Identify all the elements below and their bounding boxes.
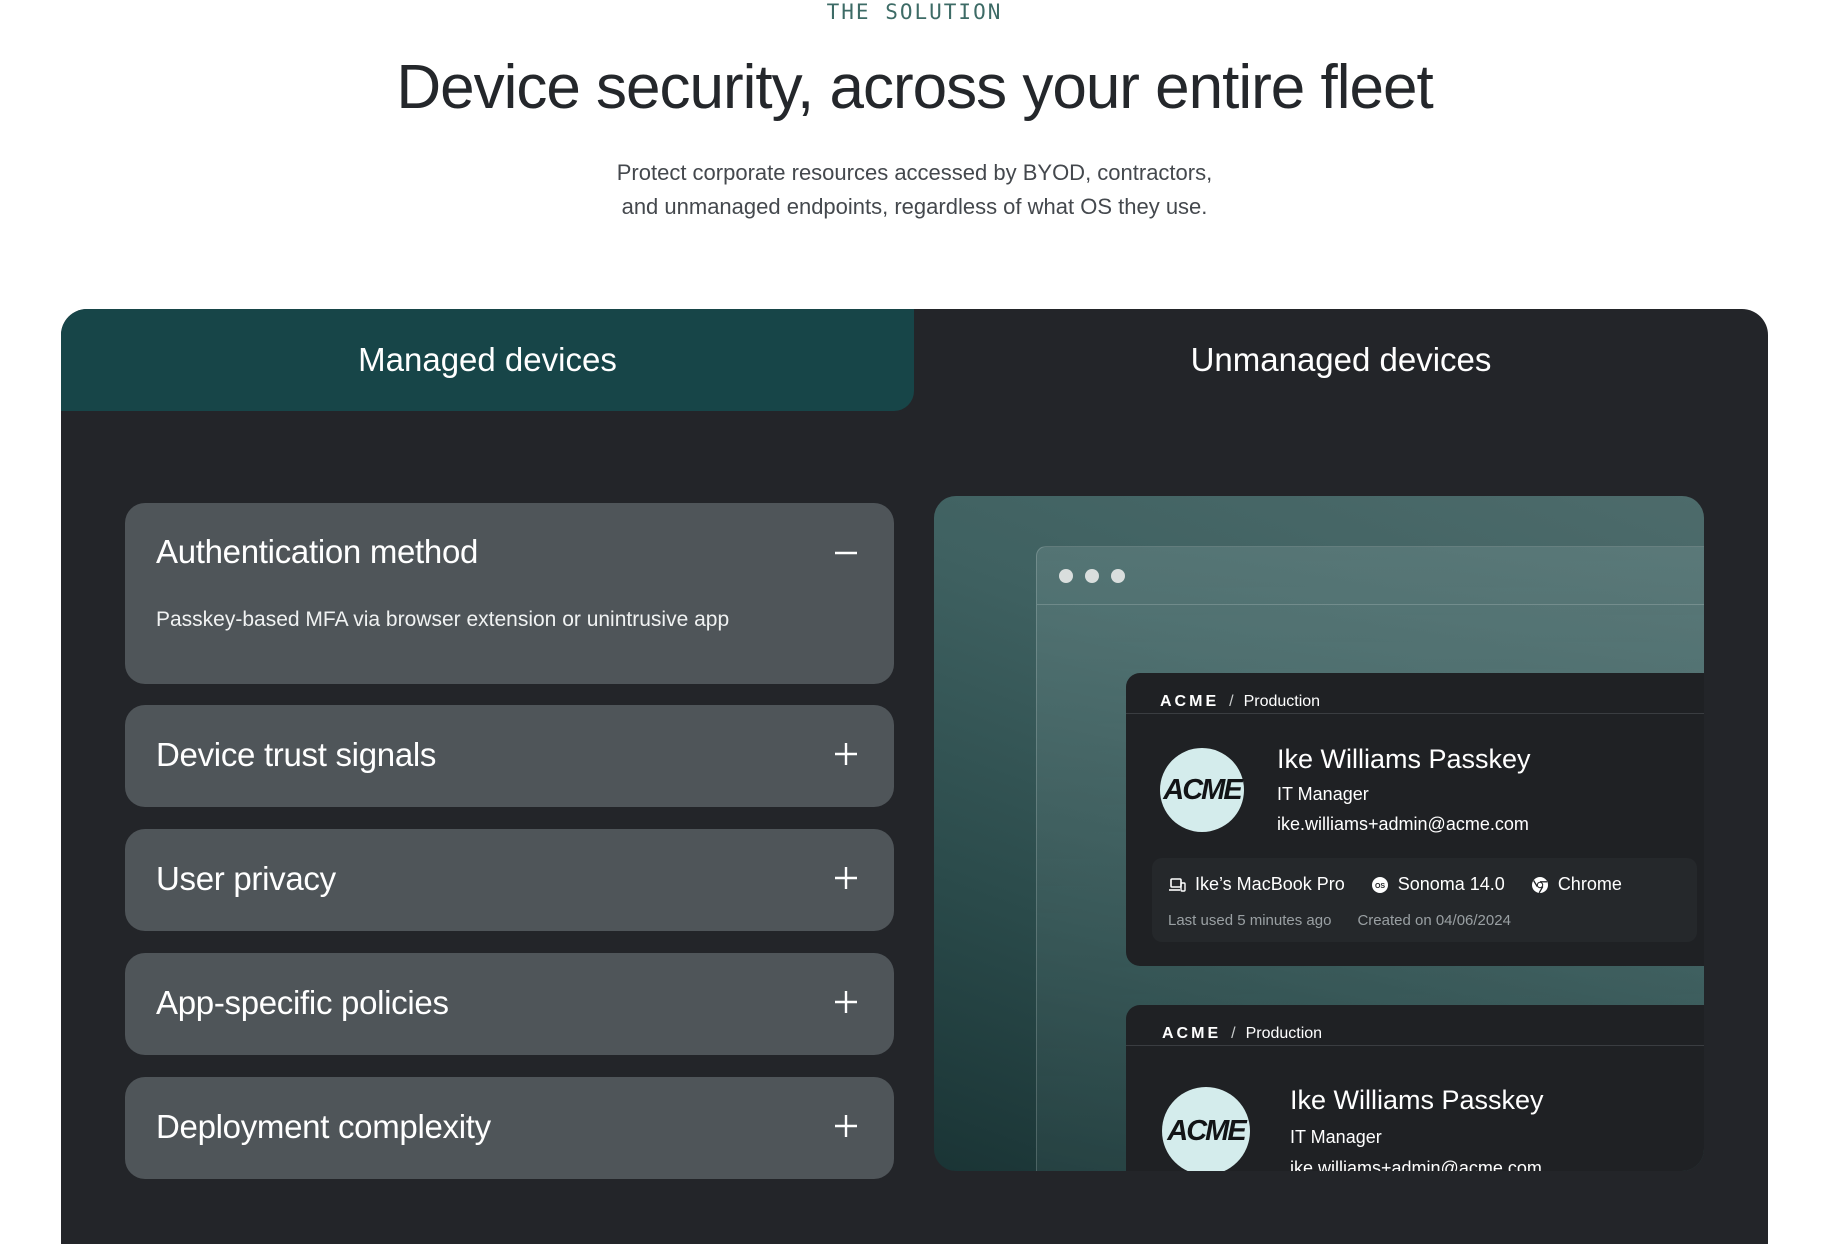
accordion-title: User privacy bbox=[156, 860, 336, 897]
chrome-icon bbox=[1531, 876, 1549, 894]
passkey-card: ACME / Production ACME Ike Williams Pass… bbox=[1126, 1005, 1704, 1171]
acme-logo-avatar: ACME bbox=[1162, 1087, 1250, 1171]
user-role: IT Manager bbox=[1277, 784, 1369, 804]
brand-label: ACME bbox=[1160, 693, 1220, 710]
page-headline: Device security, across your entire flee… bbox=[396, 53, 1433, 122]
window-dot-icon bbox=[1085, 568, 1099, 583]
subtext-line-1: Protect corporate resources accessed by … bbox=[616, 160, 1213, 185]
solution-panel: Managed devices Unmanaged devices Authen… bbox=[61, 309, 1768, 1244]
accordion-title: Authentication method bbox=[156, 533, 479, 570]
os-version: Sonoma 14.0 bbox=[1397, 874, 1505, 894]
laptop-icon bbox=[1168, 876, 1186, 894]
device-meta: Last used 5 minutes ago Created on 04/06… bbox=[1168, 912, 1511, 929]
device-chips: Ike’s MacBook Pro OS Sonoma 14.0 Chrome bbox=[1168, 874, 1622, 895]
passkey-name: Ike Williams Passkey bbox=[1277, 744, 1531, 774]
window-dot-icon bbox=[1111, 568, 1125, 583]
breadcrumb-separator: / bbox=[1231, 1025, 1236, 1042]
card-divider bbox=[1126, 713, 1704, 714]
last-used-text: Last used 5 minutes ago bbox=[1168, 912, 1332, 929]
card-breadcrumb: ACME / Production bbox=[1160, 693, 1320, 711]
user-email: ike.williams+admin@acme.com bbox=[1290, 1158, 1542, 1171]
accordion-item-device-trust-signals[interactable]: Device trust signals bbox=[125, 705, 894, 807]
plus-icon[interactable] bbox=[834, 990, 858, 1014]
plus-icon[interactable] bbox=[834, 742, 858, 766]
accordion-item-user-privacy[interactable]: User privacy bbox=[125, 829, 894, 931]
passkey-name: Ike Williams Passkey bbox=[1290, 1085, 1544, 1115]
os-icon: OS bbox=[1371, 876, 1389, 894]
brand-label: ACME bbox=[1162, 1025, 1222, 1042]
device-name: Ike’s MacBook Pro bbox=[1195, 874, 1345, 894]
accordion-title: Device trust signals bbox=[156, 736, 437, 773]
user-role: IT Manager bbox=[1290, 1127, 1382, 1147]
environment-label: Production bbox=[1245, 1025, 1323, 1042]
eyebrow: THE SOLUTION bbox=[826, 0, 1003, 24]
accordion-item-authentication-method[interactable]: Authentication method Passkey-based MFA … bbox=[125, 503, 894, 684]
plus-icon[interactable] bbox=[834, 866, 858, 890]
card-breadcrumb: ACME / Production bbox=[1162, 1025, 1322, 1043]
device-chip: Ike’s MacBook Pro bbox=[1168, 874, 1345, 895]
page-subtext: Protect corporate resources accessed by … bbox=[0, 156, 1829, 224]
os-chip: OS Sonoma 14.0 bbox=[1371, 874, 1505, 895]
minus-icon[interactable] bbox=[834, 541, 858, 565]
accordion-item-deployment-complexity[interactable]: Deployment complexity bbox=[125, 1077, 894, 1179]
browser-chip: Chrome bbox=[1531, 874, 1622, 895]
browser-name: Chrome bbox=[1557, 874, 1622, 894]
plus-icon[interactable] bbox=[834, 1114, 858, 1138]
browser-toolbar bbox=[1037, 547, 1704, 605]
subtext-line-2: and unmanaged endpoints, regardless of w… bbox=[621, 194, 1208, 219]
accordion-description: Passkey-based MFA via browser extension … bbox=[156, 608, 730, 631]
window-dot-icon bbox=[1059, 568, 1073, 583]
tab-unmanaged-devices[interactable]: Unmanaged devices bbox=[914, 309, 1768, 411]
tab-managed-devices[interactable]: Managed devices bbox=[61, 309, 914, 411]
passkey-card: ACME / Production ACME Ike Williams Pass… bbox=[1126, 673, 1704, 966]
passkey-illustration: ACME / Production ACME Ike Williams Pass… bbox=[934, 496, 1704, 1171]
user-email: ike.williams+admin@acme.com bbox=[1277, 814, 1529, 834]
breadcrumb-separator: / bbox=[1229, 693, 1234, 710]
accordion-title: Deployment complexity bbox=[156, 1108, 491, 1145]
created-date-text: Created on 04/06/2024 bbox=[1357, 912, 1511, 929]
accordion-item-app-specific-policies[interactable]: App-specific policies bbox=[125, 953, 894, 1055]
card-divider bbox=[1126, 1045, 1704, 1046]
accordion-title: App-specific policies bbox=[156, 984, 449, 1021]
device-details: Ike’s MacBook Pro OS Sonoma 14.0 Chrome bbox=[1152, 858, 1697, 942]
environment-label: Production bbox=[1243, 693, 1321, 710]
svg-text:OS: OS bbox=[1375, 883, 1385, 890]
acme-logo-avatar: ACME bbox=[1160, 748, 1244, 832]
